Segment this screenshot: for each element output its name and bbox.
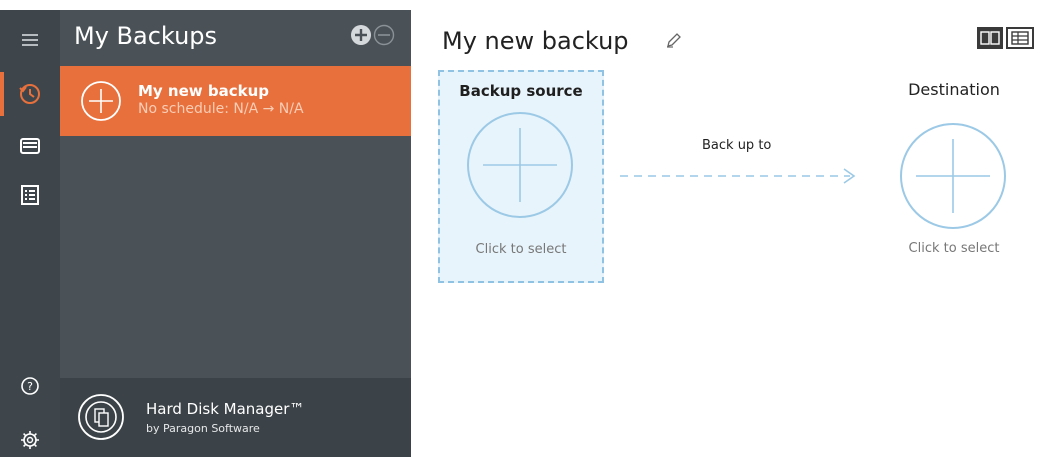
active-indicator [0,72,4,116]
backup-name: My new backup [138,82,270,100]
page-title: My new backup [442,27,629,55]
backups-panel: My Backups My new backup No schedule: N/… [60,10,411,457]
add-source-icon [467,112,573,218]
panel-title: My Backups [74,22,218,50]
source-title: Backup source [459,82,583,100]
settings-button[interactable] [10,420,50,457]
menu-icon [22,34,38,46]
backup-source-card[interactable]: Backup source Click to select [438,70,604,283]
source-caption: Click to select [475,242,567,257]
settings-icon [21,431,39,449]
icon-rail: ? [0,10,60,457]
arrow-right-icon [620,168,856,184]
history-icon [19,84,40,104]
backups-nav-button[interactable] [10,74,50,114]
add-circle-icon [81,81,121,121]
backup-list-item[interactable]: My new backup No schedule: N/A → N/A [60,66,411,136]
brand-footer: Hard Disk Manager™ by Paragon Software [60,378,411,457]
help-button[interactable]: ? [10,366,50,406]
help-icon: ? [21,377,39,395]
grid-view-icon [980,31,1000,45]
remove-backup-icon[interactable] [373,24,395,46]
add-backup-icon[interactable] [350,24,372,46]
grid-view-button[interactable] [977,27,1003,49]
connector-label: Back up to [702,138,772,153]
menu-button[interactable] [10,20,50,60]
svg-text:?: ? [27,380,33,393]
paragon-logo-icon [78,394,124,440]
drive-icon [20,138,40,154]
brand-vendor: by Paragon Software [146,422,260,435]
add-destination-icon[interactable] [898,121,1008,231]
brand-name: Hard Disk Manager™ [146,400,305,418]
disks-nav-button[interactable] [10,126,50,166]
list-view-icon [1011,31,1029,45]
log-nav-button[interactable] [10,175,50,215]
list-view-button[interactable] [1006,27,1034,49]
destination-title: Destination [908,80,1000,99]
log-icon [21,185,39,205]
edit-icon[interactable] [664,30,684,50]
destination-caption: Click to select [908,241,1000,256]
backup-schedule: No schedule: N/A → N/A [138,101,304,117]
